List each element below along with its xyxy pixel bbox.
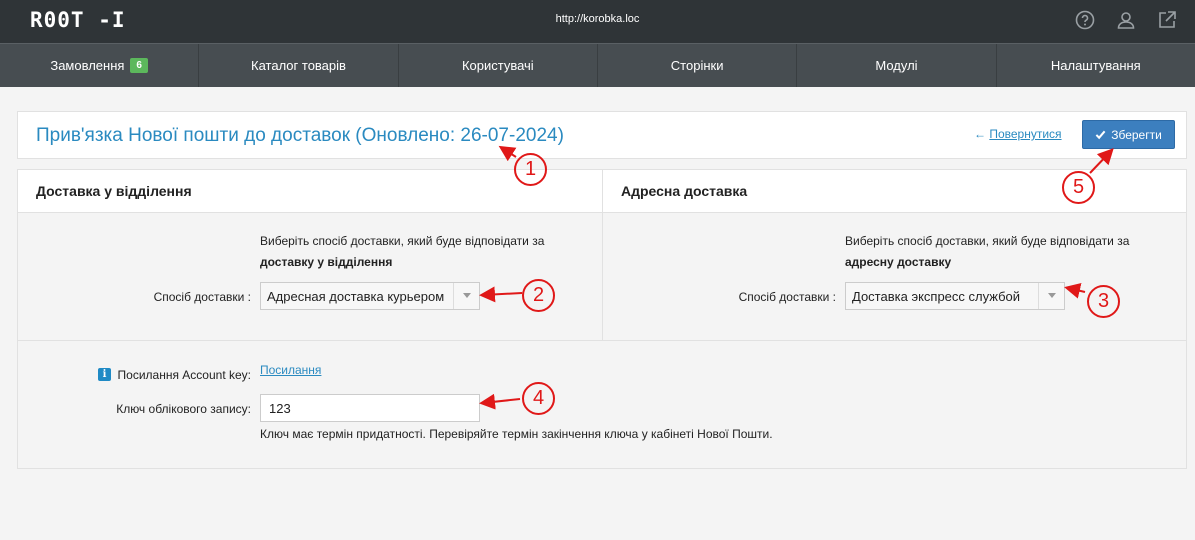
nav-item-catalog[interactable]: Каталог товарів: [199, 44, 399, 87]
orders-count-badge: 6: [130, 58, 148, 73]
account-key-label: Ключ облікового запису:: [116, 402, 251, 416]
external-link-icon[interactable]: [1156, 9, 1178, 31]
account-key-section: i Посилання Account key: Посилання Ключ …: [18, 341, 1186, 468]
account-key-link[interactable]: Посилання: [260, 363, 321, 377]
address-delivery-heading: Адресна доставка: [621, 183, 748, 199]
address-delivery-method-label: Спосіб доставки :: [738, 290, 836, 304]
account-key-input[interactable]: [260, 394, 480, 422]
back-link-label: Повернутися: [989, 127, 1062, 141]
address-delivery-help: Виберіть спосіб доставки, який буде відп…: [845, 231, 1129, 273]
annotation-marker-2: 2: [522, 279, 555, 312]
nav-item-label: Модулі: [875, 58, 918, 73]
column-divider: [602, 170, 603, 341]
page-title: Прив'язка Нової пошти до доставок (Оновл…: [36, 125, 564, 146]
branch-delivery-header: Доставка у відділення: [18, 170, 602, 213]
checkmark-icon: [1095, 130, 1106, 140]
help-line-bold: доставку у відділення: [260, 255, 393, 269]
nav-item-pages[interactable]: Сторінки: [598, 44, 798, 87]
back-link[interactable]: ← Повернутися: [974, 127, 1062, 141]
site-url[interactable]: http://korobka.loc: [0, 13, 1195, 25]
help-line: Виберіть спосіб доставки, який буде відп…: [845, 234, 1130, 248]
account-key-link-label: Посилання Account key:: [117, 368, 251, 382]
chevron-down-icon: [1038, 283, 1064, 309]
annotation-marker-3: 3: [1087, 285, 1120, 318]
main-nav: Замовлення 6 Каталог товарів Користувачі…: [0, 43, 1195, 87]
help-icon[interactable]: [1074, 9, 1096, 31]
nav-item-modules[interactable]: Модулі: [797, 44, 997, 87]
address-delivery-method-select[interactable]: Доставка экспресс службой: [845, 282, 1065, 310]
annotation-marker-1: 1: [514, 153, 547, 186]
nav-item-label: Сторінки: [670, 58, 724, 73]
info-icon[interactable]: i: [98, 368, 111, 381]
nav-item-label: Каталог товарів: [251, 58, 346, 73]
top-bar: R00T -I http://korobka.loc: [0, 0, 1195, 43]
title-panel: Прив'язка Нової пошти до доставок (Оновл…: [17, 111, 1187, 159]
nav-item-label: Замовлення: [50, 58, 125, 73]
save-button-label: Зберегти: [1111, 127, 1162, 142]
select-value: Доставка экспресс службой: [852, 289, 1021, 304]
branch-delivery-body: Виберіть спосіб доставки, який буде відп…: [18, 213, 602, 341]
chevron-down-icon: [453, 283, 479, 309]
branch-delivery-heading: Доставка у відділення: [36, 183, 192, 199]
address-delivery-header: Адресна доставка: [603, 170, 1186, 213]
save-button[interactable]: Зберегти: [1082, 120, 1175, 149]
help-line-bold: адресну доставку: [845, 255, 952, 269]
account-key-note: Ключ має термін придатності. Перевіряйте…: [260, 427, 773, 441]
nav-item-orders[interactable]: Замовлення 6: [0, 44, 200, 87]
branch-delivery-help: Виберіть спосіб доставки, який буде відп…: [260, 231, 544, 273]
annotation-marker-4: 4: [522, 382, 555, 415]
nav-item-settings[interactable]: Налаштування: [997, 44, 1195, 87]
address-delivery-body: Виберіть спосіб доставки, який буде відп…: [603, 213, 1186, 341]
branch-delivery-method-select[interactable]: Адресная доставка курьером: [260, 282, 480, 310]
back-arrow-icon: ←: [974, 127, 986, 141]
nav-item-label: Користувачі: [461, 58, 534, 73]
user-icon[interactable]: [1115, 9, 1137, 31]
select-value: Адресная доставка курьером: [267, 289, 445, 304]
branch-delivery-method-label: Спосіб доставки :: [153, 290, 251, 304]
help-line: Виберіть спосіб доставки, який буде відп…: [260, 234, 545, 248]
annotation-marker-5: 5: [1062, 171, 1095, 204]
nav-item-label: Налаштування: [1050, 58, 1141, 73]
nav-item-users[interactable]: Користувачі: [399, 44, 598, 87]
settings-panel: Доставка у відділення Виберіть спосіб до…: [17, 169, 1187, 469]
